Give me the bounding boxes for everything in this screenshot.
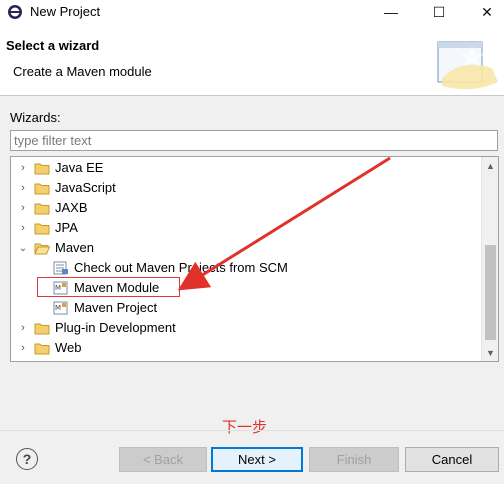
window-title: New Project xyxy=(30,4,101,19)
chevron-right-icon[interactable]: › xyxy=(18,338,28,358)
tree-item-jpa[interactable]: › JPA xyxy=(11,218,481,238)
maven-project-icon: M xyxy=(53,301,68,315)
folder-open-icon xyxy=(34,243,50,255)
wizard-tree[interactable]: › Java EE › JavaScript › JAXB › JPA ⌄ Ma… xyxy=(10,156,499,362)
eclipse-icon xyxy=(8,5,22,19)
close-button[interactable]: ✕ xyxy=(464,0,504,24)
cancel-button[interactable]: Cancel xyxy=(405,447,499,472)
tree-item-label: Maven xyxy=(55,240,95,255)
folder-icon xyxy=(34,343,50,355)
svg-text:M: M xyxy=(55,304,61,312)
footer-divider xyxy=(0,430,504,431)
folder-icon xyxy=(34,163,50,175)
chevron-right-icon[interactable]: › xyxy=(18,158,28,178)
wizard-header: Select a wizard Create a Maven module xyxy=(0,24,504,96)
tree-item-jaxb[interactable]: › JAXB xyxy=(11,198,481,218)
chevron-right-icon[interactable]: › xyxy=(18,198,28,218)
folder-icon xyxy=(34,203,50,215)
page-title: Select a wizard xyxy=(6,38,100,53)
chevron-right-icon[interactable]: › xyxy=(18,178,28,198)
tree-scrollbar[interactable]: ▲ ▼ xyxy=(481,157,498,361)
scroll-up-icon[interactable]: ▲ xyxy=(482,157,498,174)
tree-item-plugin-development[interactable]: › Plug-in Development xyxy=(11,318,481,338)
new-wizard-banner-icon xyxy=(437,41,498,90)
folder-icon xyxy=(34,183,50,195)
maximize-button[interactable]: ☐ xyxy=(416,0,462,24)
maven-scm-icon xyxy=(53,261,68,275)
folder-icon xyxy=(34,223,50,235)
tree-item-label: JPA xyxy=(55,220,78,235)
help-icon[interactable]: ? xyxy=(16,448,38,470)
page-description: Create a Maven module xyxy=(13,64,152,79)
scroll-thumb[interactable] xyxy=(485,245,496,340)
back-button[interactable]: < Back xyxy=(119,447,207,472)
tree-item-javascript[interactable]: › JavaScript xyxy=(11,178,481,198)
folder-icon xyxy=(34,323,50,335)
tree-item-maven-project[interactable]: M Maven Project xyxy=(11,298,481,318)
highlight-box xyxy=(37,277,180,297)
tree-item-maven[interactable]: ⌄ Maven xyxy=(11,238,481,258)
minimize-button[interactable]: — xyxy=(368,0,414,24)
tree-item-label: Check out Maven Projects from SCM xyxy=(74,260,288,275)
annotation-next-step: 下一步 xyxy=(222,418,268,436)
scroll-down-icon[interactable]: ▼ xyxy=(482,344,498,361)
wizards-label: Wizards: xyxy=(10,110,61,125)
chevron-right-icon[interactable]: › xyxy=(18,218,28,238)
chevron-right-icon[interactable]: › xyxy=(18,318,28,338)
tree-item-web[interactable]: › Web xyxy=(11,338,481,358)
tree-item-label: Web xyxy=(55,340,82,355)
tree-item-label: Java EE xyxy=(55,160,104,175)
tree-item-label: JAXB xyxy=(55,200,88,215)
tree-item-java-ee[interactable]: › Java EE xyxy=(11,158,481,178)
tree-item-label: Plug-in Development xyxy=(55,320,176,335)
finish-button[interactable]: Finish xyxy=(309,447,399,472)
tree-item-maven-scm[interactable]: Check out Maven Projects from SCM xyxy=(11,258,481,278)
chevron-down-icon[interactable]: ⌄ xyxy=(18,238,28,258)
tree-item-label: Maven Project xyxy=(74,300,158,315)
filter-input[interactable] xyxy=(10,130,498,151)
tree-item-label: JavaScript xyxy=(55,180,116,195)
next-button[interactable]: Next > xyxy=(211,447,303,472)
title-bar: New Project — ☐ ✕ xyxy=(0,0,504,24)
